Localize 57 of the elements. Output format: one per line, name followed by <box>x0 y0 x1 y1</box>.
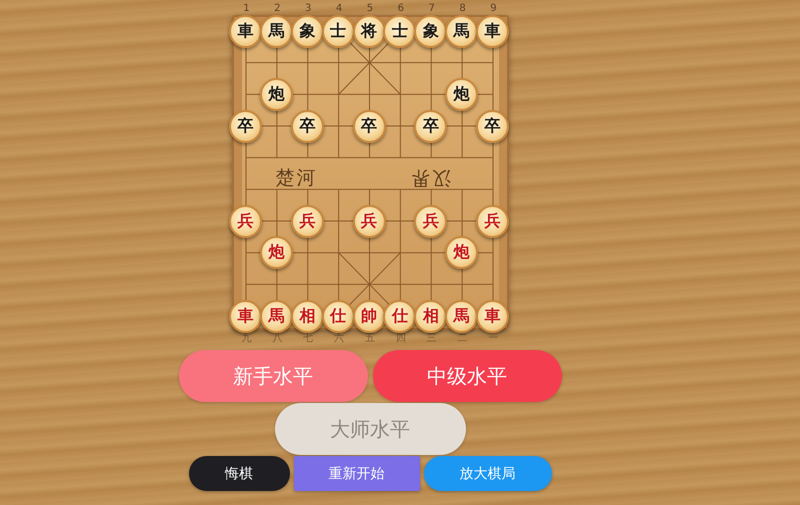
chess-piece[interactable]: 象 <box>290 14 324 48</box>
chess-piece[interactable]: 車 <box>476 14 509 48</box>
action-button[interactable]: 悔棋 <box>188 456 290 491</box>
chess-piece[interactable]: 兵 <box>476 204 509 238</box>
river-text: 楚河 <box>276 166 318 191</box>
chess-piece[interactable]: 相 <box>414 300 448 333</box>
chess-piece[interactable]: 帥 <box>352 300 386 333</box>
chess-piece[interactable]: 兵 <box>229 204 262 238</box>
chess-piece[interactable]: 炮 <box>445 236 478 270</box>
file-number: 5 <box>366 3 374 15</box>
chess-piece[interactable]: 車 <box>476 300 509 333</box>
action-button[interactable]: 放大棋局 <box>424 456 552 491</box>
chess-piece[interactable]: 相 <box>290 300 324 333</box>
chess-piece[interactable]: 馬 <box>260 14 293 48</box>
file-number: 八 <box>271 333 284 345</box>
chess-piece[interactable]: 馬 <box>260 300 293 333</box>
chess-piece[interactable]: 馬 <box>445 14 478 48</box>
file-number: 1 <box>242 3 251 15</box>
file-number: 8 <box>458 3 467 15</box>
file-number: 2 <box>273 3 282 15</box>
chess-piece[interactable]: 卒 <box>229 110 262 142</box>
file-number: 二 <box>456 333 469 345</box>
chess-piece[interactable]: 士 <box>322 14 355 48</box>
chess-piece[interactable]: 将 <box>352 14 386 48</box>
chess-piece[interactable]: 卒 <box>476 110 509 142</box>
file-number: 4 <box>334 3 344 15</box>
chess-piece[interactable]: 卒 <box>352 110 386 142</box>
file-number: 三 <box>426 333 438 345</box>
difficulty-button[interactable]: 新手水平 <box>178 350 368 402</box>
file-number: 七 <box>302 333 314 345</box>
difficulty-button[interactable]: 中级水平 <box>372 350 562 402</box>
action-button[interactable]: 重新开始 <box>294 456 420 491</box>
file-number: 9 <box>489 3 498 15</box>
chess-piece[interactable]: 炮 <box>445 78 478 111</box>
file-number: 6 <box>396 3 405 15</box>
chess-piece[interactable]: 馬 <box>445 300 478 333</box>
chess-piece[interactable]: 炮 <box>260 236 293 270</box>
river-text: 汉界 <box>408 166 450 191</box>
file-number: 7 <box>428 3 436 15</box>
chess-piece[interactable]: 車 <box>229 300 262 333</box>
chess-piece[interactable]: 卒 <box>414 110 448 142</box>
chess-piece[interactable]: 兵 <box>414 204 448 238</box>
chess-piece[interactable]: 卒 <box>290 110 324 142</box>
file-number: 五 <box>364 333 376 345</box>
chess-piece[interactable]: 炮 <box>260 78 293 111</box>
chess-piece[interactable]: 士 <box>383 14 416 48</box>
file-number: 六 <box>333 333 346 345</box>
chess-piece[interactable]: 兵 <box>352 204 386 238</box>
chess-piece[interactable]: 仕 <box>322 300 355 333</box>
file-number: 九 <box>240 333 252 345</box>
chess-piece[interactable]: 象 <box>414 14 448 48</box>
file-number: 一 <box>487 333 500 345</box>
chess-piece[interactable]: 車 <box>229 14 262 48</box>
file-number: 3 <box>304 3 312 15</box>
file-number: 四 <box>394 333 407 345</box>
chess-piece[interactable]: 仕 <box>383 300 416 333</box>
chess-piece[interactable]: 兵 <box>290 204 324 238</box>
